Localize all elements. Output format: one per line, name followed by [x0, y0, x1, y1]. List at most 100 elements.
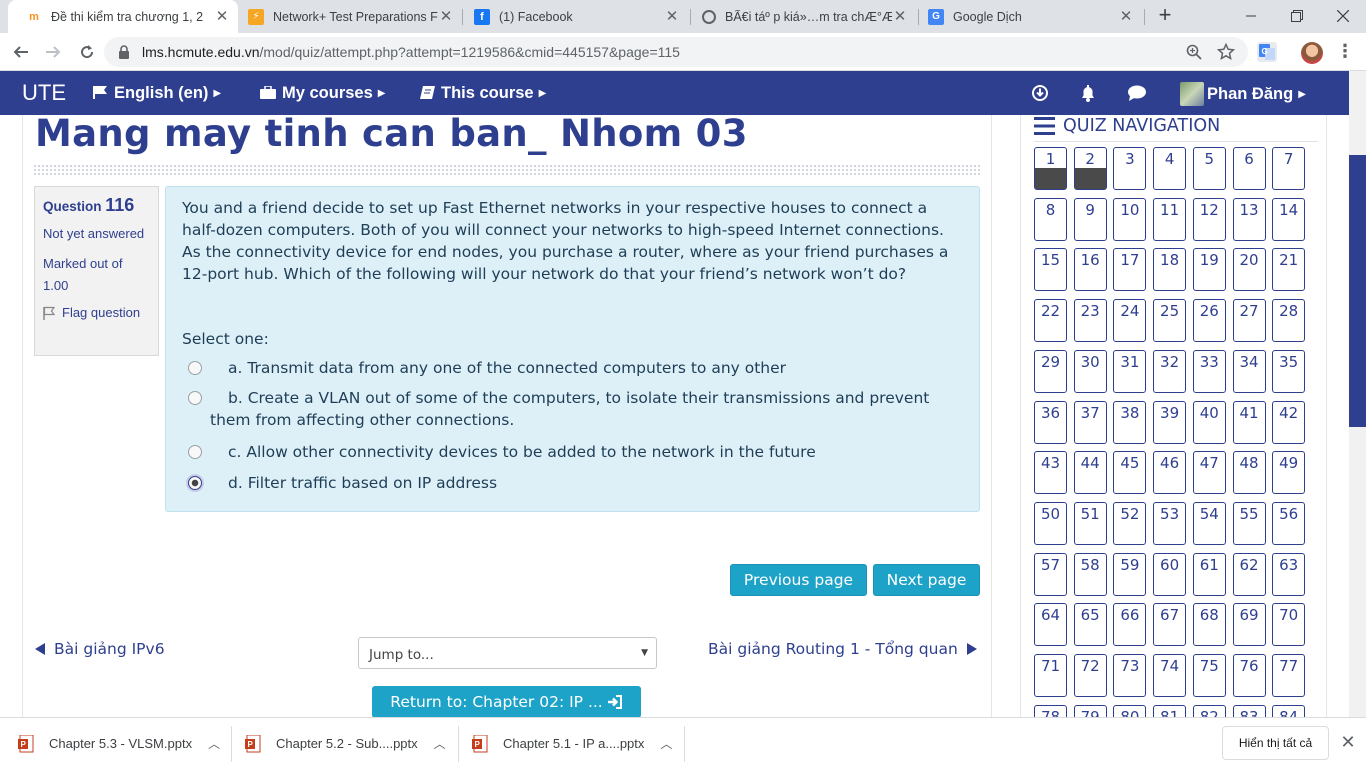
- quiz-nav-button-70[interactable]: 70: [1272, 603, 1306, 647]
- quiz-nav-button-12[interactable]: 12: [1192, 197, 1226, 241]
- download-item[interactable]: P Chapter 5.1 - IP a....pptx ︿: [472, 718, 672, 769]
- quiz-nav-button-35[interactable]: 35: [1272, 349, 1306, 393]
- chevron-up-icon[interactable]: ︿: [660, 735, 672, 752]
- quiz-nav-button-76[interactable]: 76: [1232, 654, 1266, 697]
- quiz-nav-button-16[interactable]: 16: [1073, 248, 1107, 292]
- quiz-nav-button-71[interactable]: 71: [1034, 654, 1067, 697]
- quiz-nav-button-39[interactable]: 39: [1153, 400, 1187, 444]
- quiz-nav-button-46[interactable]: 46: [1153, 451, 1187, 495]
- answer-option-b[interactable]: b. Create a VLAN out of some of the comp…: [188, 387, 948, 431]
- quiz-nav-button-36[interactable]: 36: [1034, 400, 1067, 444]
- quiz-nav-button-5[interactable]: 5: [1192, 147, 1226, 190]
- quiz-nav-button-74[interactable]: 74: [1153, 654, 1187, 697]
- quiz-nav-button-27[interactable]: 27: [1232, 299, 1266, 343]
- back-button[interactable]: [8, 39, 34, 65]
- quiz-nav-button-63[interactable]: 63: [1272, 552, 1306, 596]
- tab-facebook[interactable]: f (1) Facebook ✕: [456, 0, 688, 33]
- quiz-nav-button-2[interactable]: 2: [1073, 147, 1107, 190]
- chat-icon[interactable]: [1127, 83, 1147, 103]
- quiz-nav-button-9[interactable]: 9: [1073, 197, 1107, 241]
- minimize-button[interactable]: [1228, 0, 1274, 32]
- new-tab-button[interactable]: +: [1154, 4, 1176, 27]
- user-menu[interactable]: Phan Đăng ▶: [1180, 82, 1306, 106]
- quiz-nav-button-23[interactable]: 23: [1073, 299, 1107, 343]
- flag-question-link[interactable]: Flag question: [43, 305, 150, 320]
- scrollbar-thumb[interactable]: [1349, 155, 1366, 427]
- close-icon[interactable]: ✕: [1338, 732, 1358, 752]
- quiz-nav-button-32[interactable]: 32: [1153, 349, 1187, 393]
- radio-button-selected[interactable]: [188, 476, 202, 490]
- quiz-nav-button-60[interactable]: 60: [1153, 552, 1187, 596]
- quiz-nav-button-40[interactable]: 40: [1192, 400, 1226, 444]
- quiz-nav-button-72[interactable]: 72: [1073, 654, 1107, 697]
- quiz-nav-button-52[interactable]: 52: [1113, 501, 1147, 545]
- quiz-nav-button-8[interactable]: 8: [1034, 197, 1067, 241]
- quiz-nav-button-26[interactable]: 26: [1192, 299, 1226, 343]
- quiz-nav-button-59[interactable]: 59: [1113, 552, 1147, 596]
- close-icon[interactable]: ✕: [214, 8, 230, 25]
- close-icon[interactable]: ✕: [664, 8, 680, 25]
- quiz-nav-button-73[interactable]: 73: [1113, 654, 1147, 697]
- quiz-nav-button-3[interactable]: 3: [1113, 147, 1147, 190]
- tab-network-plus[interactable]: ⚡ Network+ Test Preparations Fla ✕: [230, 0, 462, 33]
- close-icon[interactable]: ✕: [892, 8, 908, 25]
- quiz-nav-button-18[interactable]: 18: [1153, 248, 1187, 292]
- quiz-nav-button-1[interactable]: 1: [1034, 147, 1067, 190]
- download-circle-icon[interactable]: [1030, 83, 1050, 103]
- quiz-nav-button-64[interactable]: 64: [1034, 603, 1067, 647]
- quiz-nav-button-30[interactable]: 30: [1073, 349, 1107, 393]
- chevron-up-icon[interactable]: ︿: [208, 735, 220, 752]
- this-course-menu[interactable]: This course ▶: [420, 84, 546, 103]
- jump-to-select[interactable]: Jump to... ▼: [358, 637, 657, 669]
- close-icon[interactable]: ✕: [438, 8, 454, 25]
- quiz-nav-button-31[interactable]: 31: [1113, 349, 1147, 393]
- quiz-nav-button-66[interactable]: 66: [1113, 603, 1147, 647]
- answer-option-a[interactable]: a. Transmit data from any one of the con…: [188, 357, 948, 379]
- quiz-nav-button-55[interactable]: 55: [1232, 501, 1266, 545]
- quiz-nav-button-67[interactable]: 67: [1153, 603, 1187, 647]
- quiz-nav-button-4[interactable]: 4: [1153, 147, 1187, 190]
- quiz-nav-button-34[interactable]: 34: [1232, 349, 1266, 393]
- radio-button[interactable]: [188, 361, 202, 375]
- bell-icon[interactable]: [1078, 83, 1098, 103]
- next-activity-link[interactable]: Bài giảng Routing 1 - Tổng quan: [708, 640, 977, 658]
- quiz-nav-button-68[interactable]: 68: [1192, 603, 1226, 647]
- quiz-nav-button-44[interactable]: 44: [1073, 451, 1107, 495]
- download-item[interactable]: P Chapter 5.3 - VLSM.pptx ︿: [18, 718, 220, 769]
- previous-activity-link[interactable]: Bài giảng IPv6: [35, 640, 165, 658]
- radio-button[interactable]: [188, 391, 202, 405]
- site-brand[interactable]: UTE: [22, 80, 66, 106]
- google-translate-extension-icon[interactable]: G: [1257, 42, 1277, 62]
- quiz-nav-button-13[interactable]: 13: [1232, 197, 1266, 241]
- language-menu[interactable]: English ‎(en)‎ ▶: [93, 84, 221, 103]
- close-icon[interactable]: ✕: [1118, 8, 1134, 25]
- quiz-nav-button-51[interactable]: 51: [1073, 501, 1107, 545]
- quiz-nav-button-28[interactable]: 28: [1272, 299, 1306, 343]
- chevron-up-icon[interactable]: ︿: [434, 735, 446, 752]
- quiz-nav-button-56[interactable]: 56: [1272, 501, 1306, 545]
- return-to-course-button[interactable]: Return to: Chapter 02: IP ...: [372, 686, 641, 718]
- quiz-nav-button-62[interactable]: 62: [1232, 552, 1266, 596]
- quiz-nav-button-47[interactable]: 47: [1192, 451, 1226, 495]
- quiz-nav-button-11[interactable]: 11: [1153, 197, 1187, 241]
- tab-google-translate[interactable]: G Google Dịch ✕: [910, 0, 1142, 33]
- quiz-nav-button-20[interactable]: 20: [1232, 248, 1266, 292]
- close-window-button[interactable]: [1320, 0, 1366, 32]
- zoom-icon[interactable]: [1184, 42, 1204, 62]
- quiz-nav-button-48[interactable]: 48: [1232, 451, 1266, 495]
- profile-avatar[interactable]: [1301, 42, 1323, 64]
- quiz-nav-button-7[interactable]: 7: [1272, 147, 1306, 190]
- bookmark-star-icon[interactable]: [1216, 42, 1236, 62]
- address-bar[interactable]: lms.hcmute.edu.vn/mod/quiz/attempt.php?a…: [104, 37, 1248, 67]
- previous-page-button[interactable]: Previous page: [730, 564, 867, 596]
- quiz-nav-button-69[interactable]: 69: [1232, 603, 1266, 647]
- quiz-nav-button-10[interactable]: 10: [1113, 197, 1147, 241]
- quiz-nav-button-6[interactable]: 6: [1232, 147, 1266, 190]
- page-scrollbar[interactable]: [1349, 71, 1366, 717]
- quiz-nav-button-54[interactable]: 54: [1192, 501, 1226, 545]
- quiz-nav-button-29[interactable]: 29: [1034, 349, 1067, 393]
- chrome-menu-icon[interactable]: ⋮: [1336, 42, 1354, 62]
- forward-button[interactable]: [40, 39, 66, 65]
- quiz-nav-button-45[interactable]: 45: [1113, 451, 1147, 495]
- radio-button[interactable]: [188, 445, 202, 459]
